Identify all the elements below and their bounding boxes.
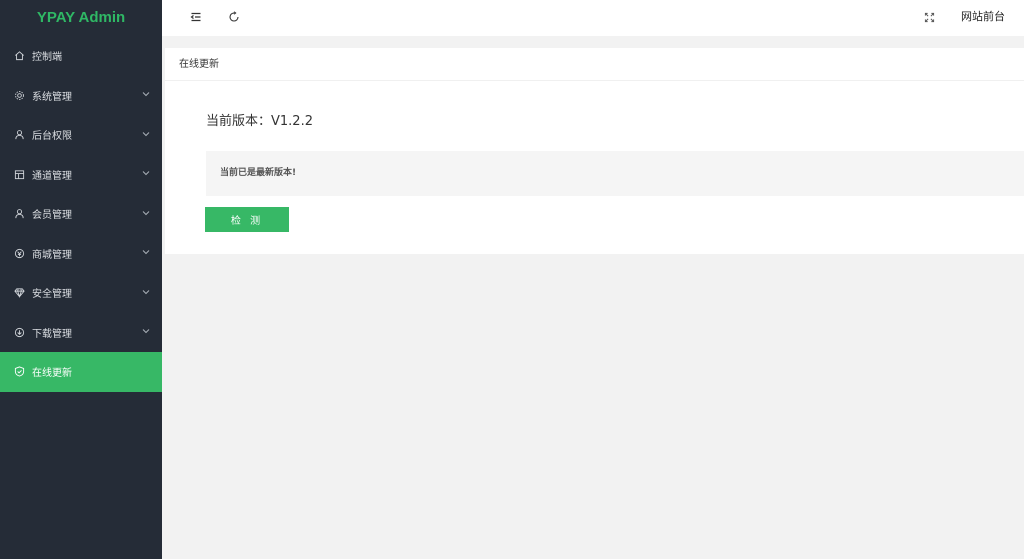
current-version: 当前版本：V1.2.2 xyxy=(206,110,313,129)
sidebar-item-system[interactable]: 系统管理 xyxy=(0,76,162,116)
check-update-button[interactable]: 检 测 xyxy=(205,207,289,232)
fullscreen-icon[interactable] xyxy=(920,8,938,26)
sidebar-item-members[interactable]: 会员管理 xyxy=(0,194,162,234)
diamond-icon xyxy=(14,287,25,299)
sidebar-nav: 控制端 系统管理 后台权限 通道管理 会员管理 商城管理 安全管理 下载管理 在… xyxy=(0,36,162,392)
download-icon xyxy=(14,327,25,338)
channel-icon xyxy=(14,169,25,180)
sidebar-item-label: 通道管理 xyxy=(32,170,72,182)
sidebar: YPAY Admin 控制端 系统管理 后台权限 通道管理 会员管理 商城管理 … xyxy=(0,0,162,559)
chevron-down-icon xyxy=(142,250,150,255)
sidebar-item-label: 会员管理 xyxy=(32,210,72,222)
sidebar-item-permissions[interactable]: 后台权限 xyxy=(0,115,162,155)
sidebar-item-label: 系统管理 xyxy=(32,91,72,103)
update-card: 在线更新 当前版本：V1.2.2 当前已是最新版本! 检 测 xyxy=(165,48,1024,254)
sidebar-item-label: 下载管理 xyxy=(32,328,72,340)
sidebar-item-downloads[interactable]: 下载管理 xyxy=(0,313,162,353)
sidebar-item-label: 后台权限 xyxy=(32,131,72,143)
version-value: V1.2.2 xyxy=(271,114,313,129)
user-icon xyxy=(14,208,25,219)
user-icon xyxy=(14,129,25,140)
sidebar-item-label: 在线更新 xyxy=(32,368,72,380)
chevron-down-icon xyxy=(142,92,150,97)
top-header: 网站前台 xyxy=(162,0,1024,36)
sidebar-item-label: 安全管理 xyxy=(32,289,72,301)
home-icon xyxy=(14,50,25,61)
sidebar-item-shop[interactable]: 商城管理 xyxy=(0,234,162,274)
chevron-down-icon xyxy=(142,171,150,176)
version-label: 当前版本： xyxy=(206,114,272,129)
sidebar-item-label: 控制端 xyxy=(32,52,62,64)
chevron-down-icon xyxy=(142,289,150,294)
sidebar-item-label: 商城管理 xyxy=(32,249,72,261)
sidebar-item-online-update[interactable]: 在线更新 xyxy=(0,352,162,392)
chevron-down-icon xyxy=(142,131,150,136)
shop-icon xyxy=(14,248,25,259)
chevron-down-icon xyxy=(142,329,150,334)
app-logo: YPAY Admin xyxy=(36,9,126,26)
sidebar-item-dashboard[interactable]: 控制端 xyxy=(0,36,162,76)
card-title: 在线更新 xyxy=(165,48,1024,81)
sidebar-item-channels[interactable]: 通道管理 xyxy=(0,155,162,195)
menu-fold-icon[interactable] xyxy=(187,8,205,26)
status-notice: 当前已是最新版本! xyxy=(206,151,1024,196)
chevron-down-icon xyxy=(142,210,150,215)
shield-check-icon xyxy=(14,366,25,377)
refresh-icon[interactable] xyxy=(225,8,243,26)
sidebar-item-security[interactable]: 安全管理 xyxy=(0,273,162,313)
gear-icon xyxy=(14,90,25,101)
site-frontend-link[interactable]: 网站前台 xyxy=(961,8,1005,24)
